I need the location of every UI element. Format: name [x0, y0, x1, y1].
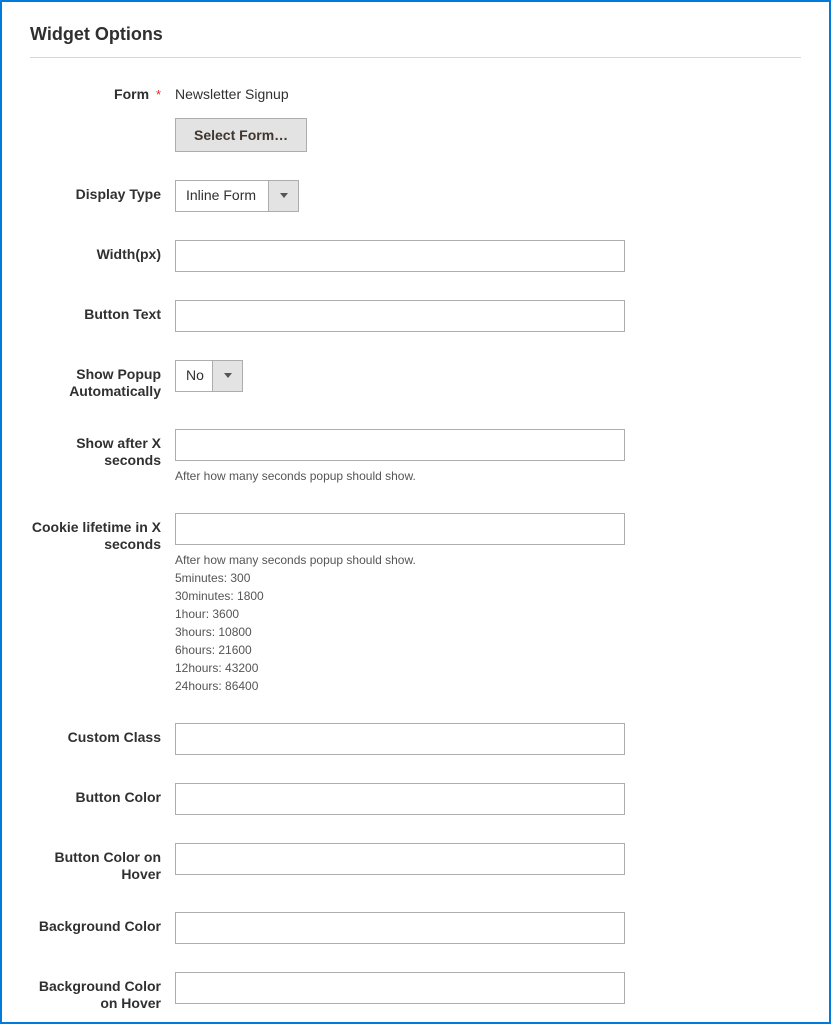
- label-width: Width(px): [30, 240, 175, 264]
- show-popup-value: No: [176, 361, 212, 391]
- field-cookie-lifetime: Cookie lifetime in X seconds After how m…: [30, 513, 801, 695]
- field-form: Form * Newsletter Signup: [30, 80, 801, 104]
- label-form-text: Form: [114, 86, 149, 102]
- section-title: Widget Options: [30, 24, 801, 58]
- field-select-form: Select Form…: [30, 118, 801, 152]
- button-text-input[interactable]: [175, 300, 625, 332]
- display-type-value: Inline Form: [176, 181, 268, 211]
- display-type-select[interactable]: Inline Form: [175, 180, 299, 212]
- button-color-hover-input[interactable]: [175, 843, 625, 875]
- field-show-popup: Show Popup Automatically No: [30, 360, 801, 401]
- form-selected-value: Newsletter Signup: [175, 80, 625, 102]
- cookie-lifetime-input[interactable]: [175, 513, 625, 545]
- field-show-after: Show after X seconds After how many seco…: [30, 429, 801, 485]
- caret-down-icon: [280, 193, 288, 198]
- show-popup-select[interactable]: No: [175, 360, 243, 392]
- width-input[interactable]: [175, 240, 625, 272]
- show-popup-dropdown-button[interactable]: [212, 361, 242, 391]
- required-asterisk: *: [156, 87, 161, 102]
- show-after-note: After how many seconds popup should show…: [175, 467, 625, 485]
- caret-down-icon: [224, 373, 232, 378]
- label-display-type: Display Type: [30, 180, 175, 204]
- widget-options-panel: Widget Options Form * Newsletter Signup …: [0, 0, 831, 1024]
- field-custom-class: Custom Class: [30, 723, 801, 755]
- label-button-color: Button Color: [30, 783, 175, 807]
- label-background-color: Background Color: [30, 912, 175, 936]
- display-type-dropdown-button[interactable]: [268, 181, 298, 211]
- background-color-hover-input[interactable]: [175, 972, 625, 1004]
- field-background-color-hover: Background Color on Hover: [30, 972, 801, 1013]
- select-form-button[interactable]: Select Form…: [175, 118, 307, 152]
- field-display-type: Display Type Inline Form: [30, 180, 801, 212]
- cookie-lifetime-note: After how many seconds popup should show…: [175, 551, 625, 695]
- label-cookie-lifetime: Cookie lifetime in X seconds: [30, 513, 175, 554]
- background-color-input[interactable]: [175, 912, 625, 944]
- label-background-color-hover: Background Color on Hover: [30, 972, 175, 1013]
- field-width: Width(px): [30, 240, 801, 272]
- show-after-input[interactable]: [175, 429, 625, 461]
- label-show-after: Show after X seconds: [30, 429, 175, 470]
- custom-class-input[interactable]: [175, 723, 625, 755]
- button-color-input[interactable]: [175, 783, 625, 815]
- field-button-text: Button Text: [30, 300, 801, 332]
- label-custom-class: Custom Class: [30, 723, 175, 747]
- field-background-color: Background Color: [30, 912, 801, 944]
- widget-options-fieldset: Form * Newsletter Signup Select Form… Di…: [30, 80, 801, 1024]
- label-button-text: Button Text: [30, 300, 175, 324]
- field-button-color-hover: Button Color on Hover: [30, 843, 801, 884]
- label-show-popup: Show Popup Automatically: [30, 360, 175, 401]
- field-button-color: Button Color: [30, 783, 801, 815]
- label-form: Form *: [30, 80, 175, 104]
- label-button-color-hover: Button Color on Hover: [30, 843, 175, 884]
